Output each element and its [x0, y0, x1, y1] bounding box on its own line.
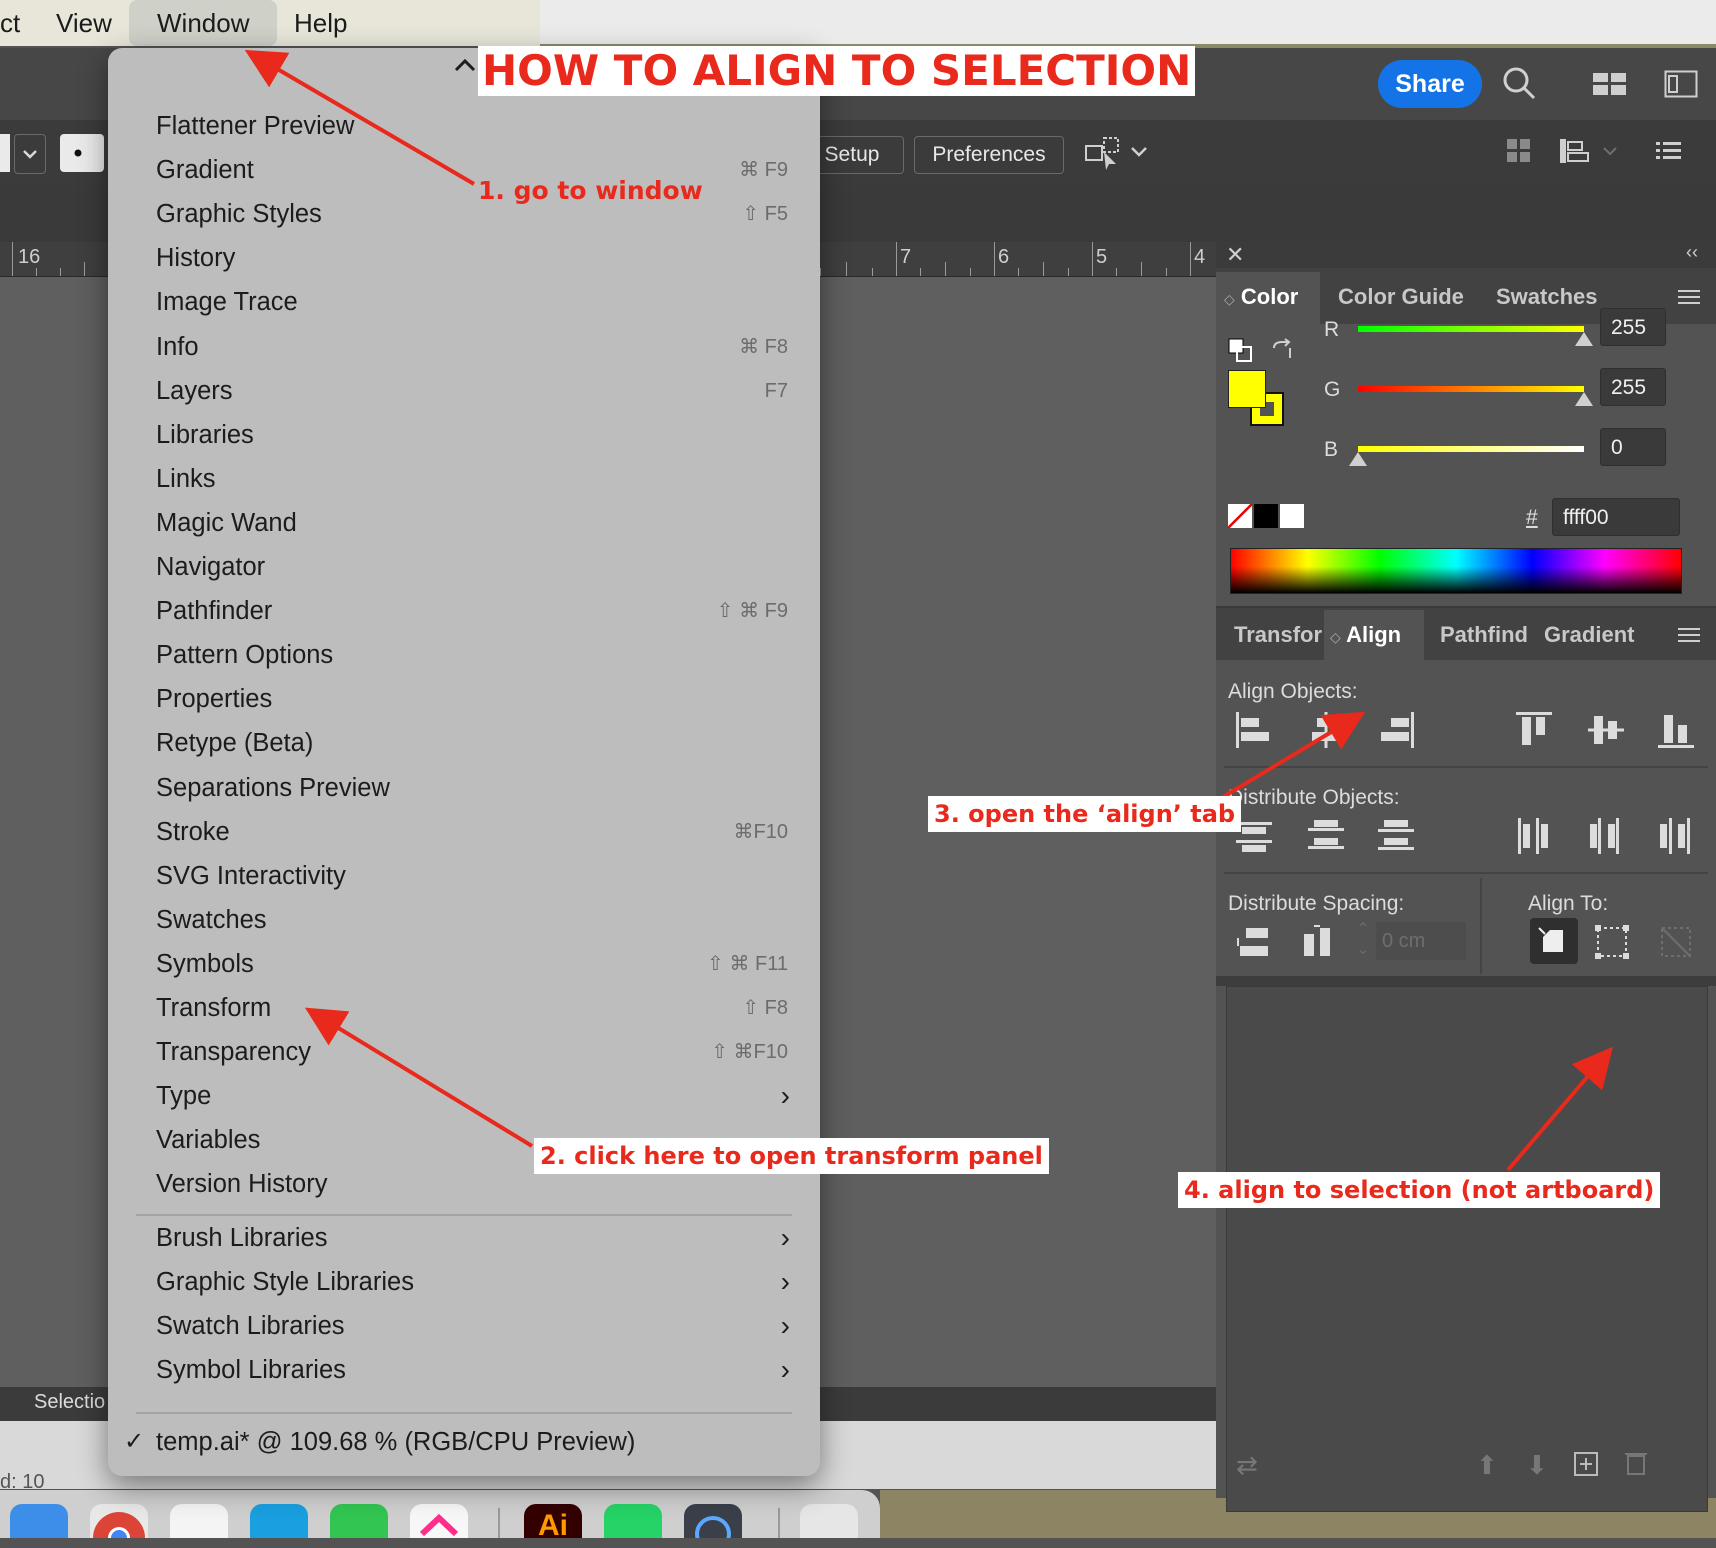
- annotation-arrows: [244, 49, 1613, 1172]
- annotation-step-3: 3. open the ‘align’ tab: [928, 796, 1242, 832]
- annotation-step-4: 4. align to selection (not artboard): [1178, 1172, 1661, 1208]
- annotation-step-2: 2. click here to open transform panel: [534, 1138, 1049, 1174]
- annotation-step-1: 1. go to window: [478, 176, 703, 205]
- annotation-title: HOW TO ALIGN TO SELECTION: [478, 46, 1196, 96]
